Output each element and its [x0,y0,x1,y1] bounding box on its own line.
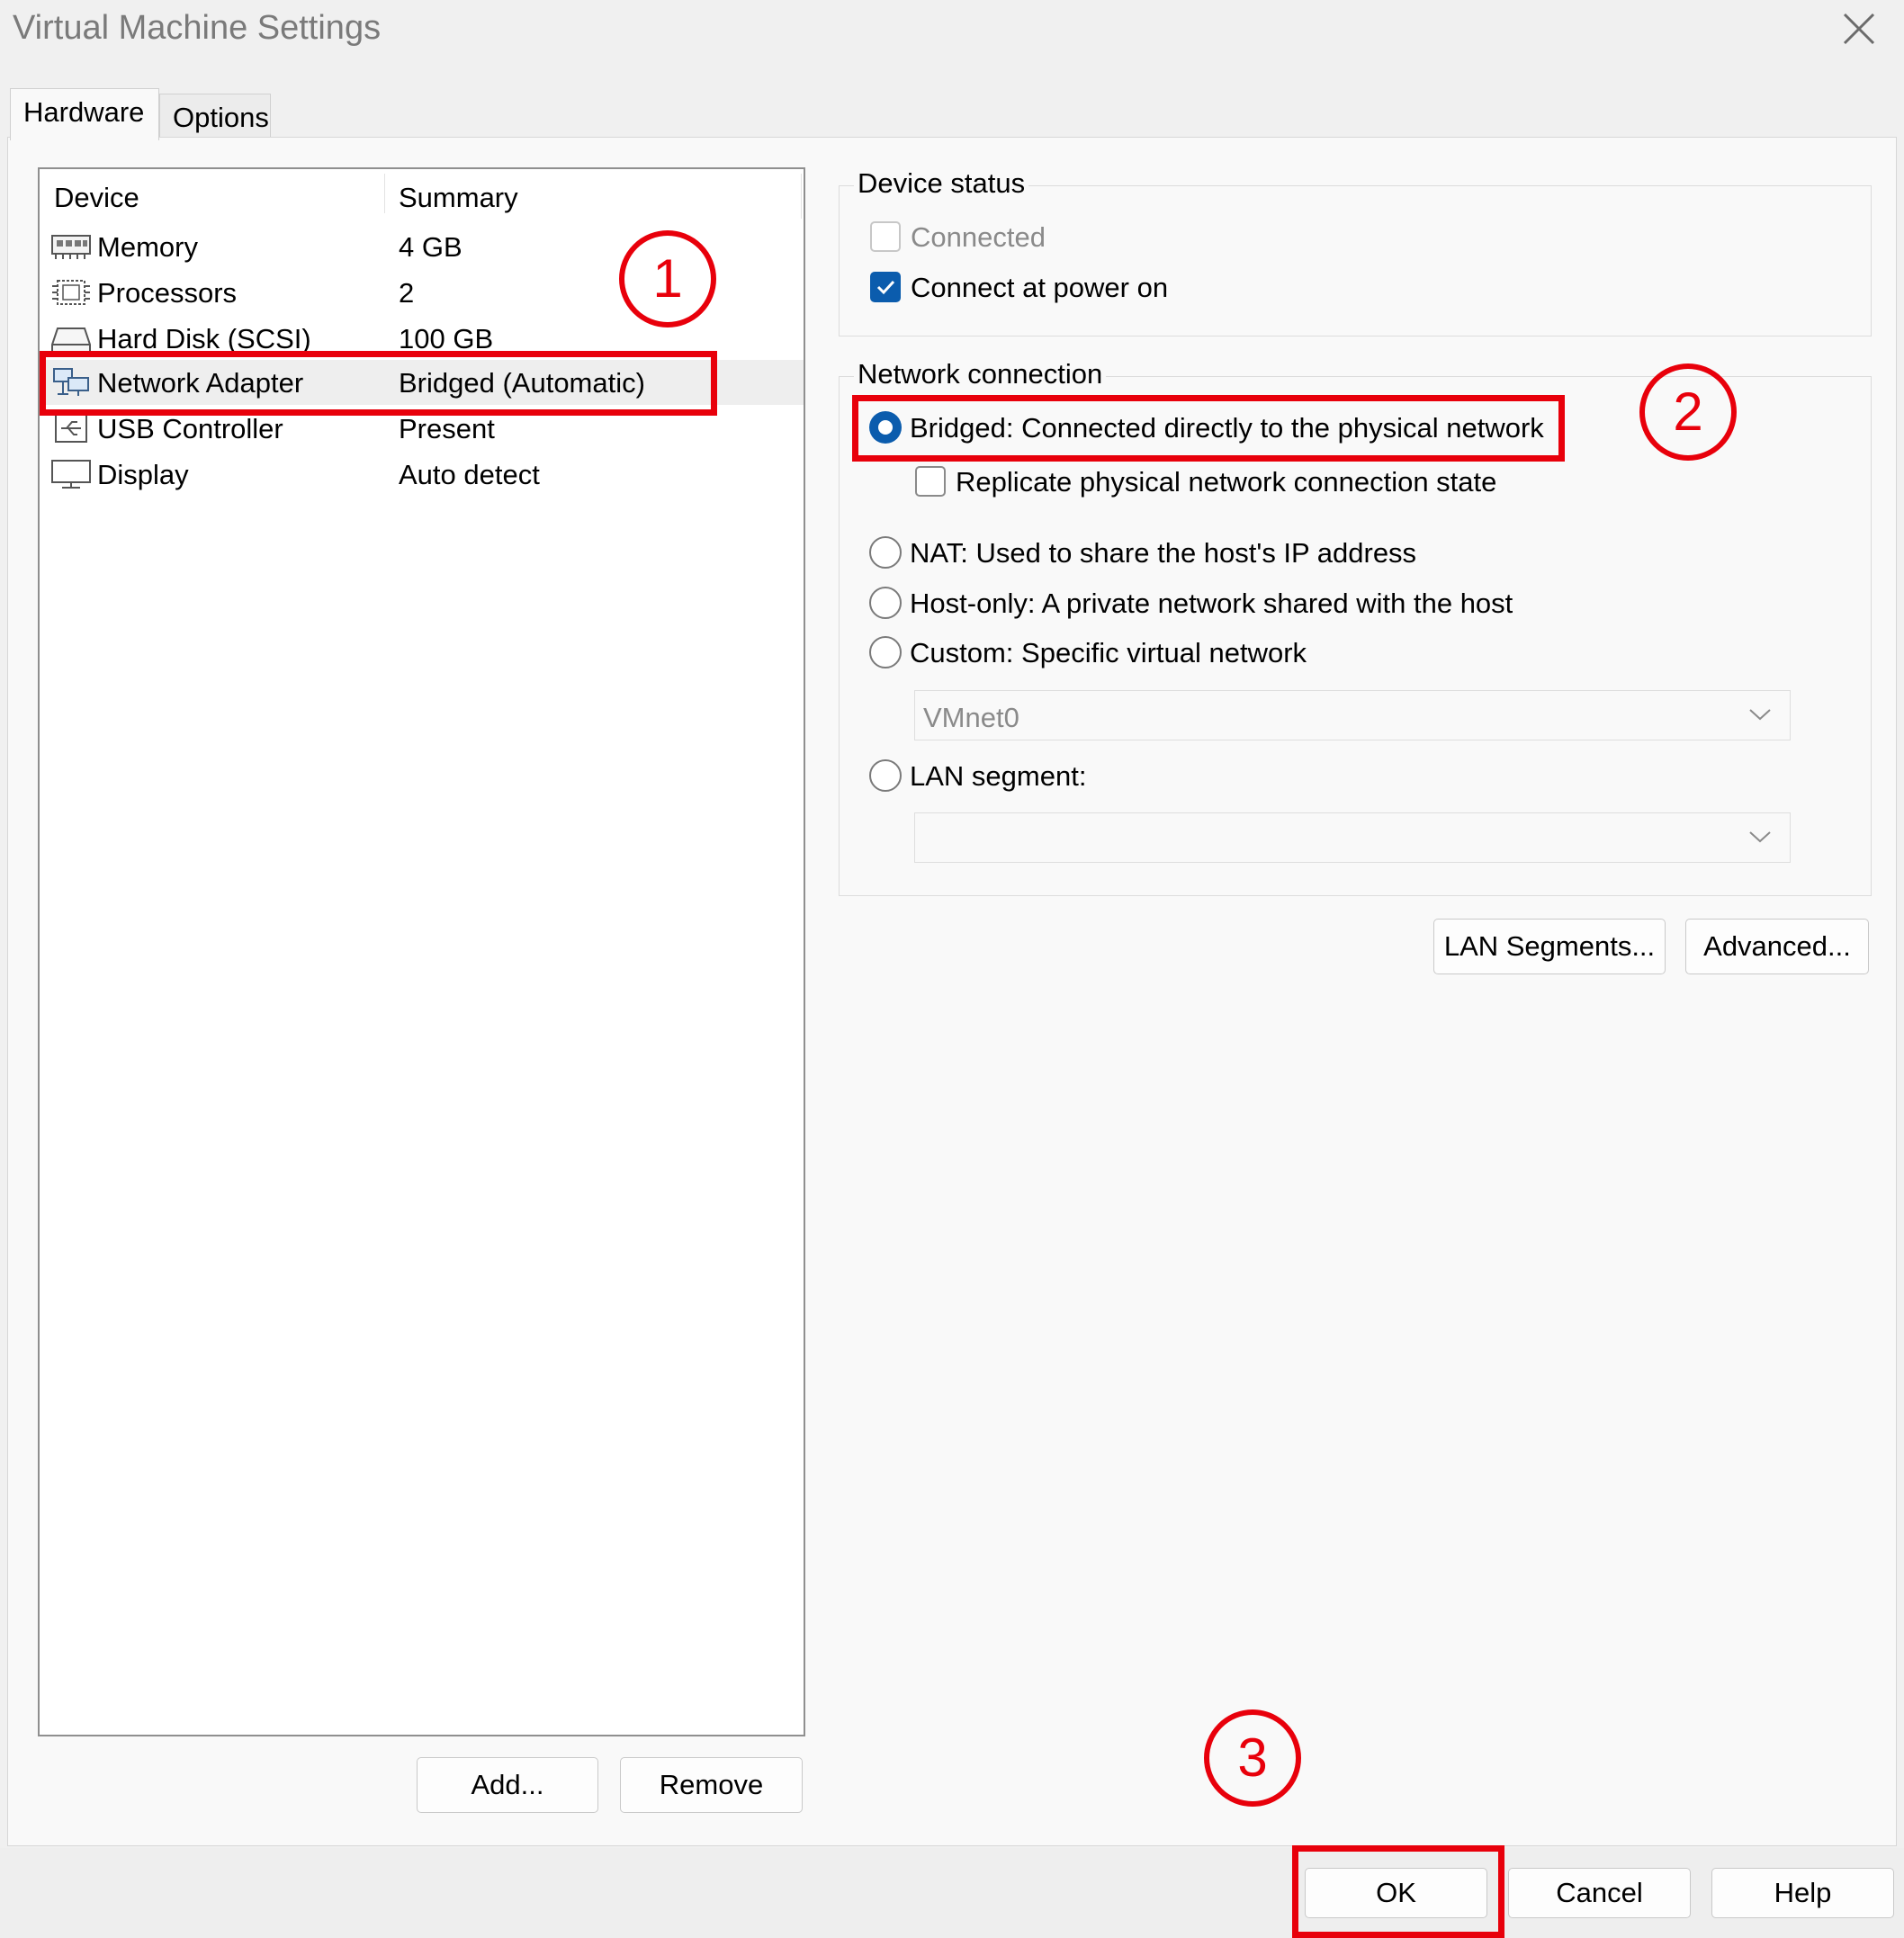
device-name: USB Controller [97,413,283,444]
column-header-summary[interactable]: Summary [399,182,518,214]
lan-segments-button[interactable]: LAN Segments... [1433,919,1666,974]
tab-hardware[interactable]: Hardware [10,88,159,140]
chevron-down-icon [1749,831,1771,843]
window-title: Virtual Machine Settings [13,9,382,47]
device-name: Hard Disk (SCSI) [97,323,311,354]
device-row-network-adapter[interactable]: Network Adapter Bridged (Automatic) [40,360,804,405]
device-summary: 2 [399,277,415,309]
device-status-group [839,185,1872,336]
device-name: Processors [97,277,238,309]
connect-at-power-on-label: Connect at power on [911,272,1169,303]
nat-radio[interactable] [869,536,902,569]
step-marker-1: 1 [619,230,716,327]
chevron-down-icon [1749,709,1771,721]
column-header-device[interactable]: Device [54,182,139,214]
replicate-state-label: Replicate physical network connection st… [956,466,1497,498]
connect-at-power-on-checkbox[interactable] [870,272,901,302]
host-only-radio[interactable] [869,587,902,619]
lan-segment-radio[interactable] [869,759,902,792]
usb-icon [55,414,87,443]
device-summary: Present [399,413,495,444]
network-connection-legend: Network connection [854,358,1107,390]
device-status-legend: Device status [854,167,1029,200]
step-marker-1-number: 1 [652,248,682,309]
checkmark-icon [876,280,895,295]
connected-label: Connected [911,221,1046,253]
device-summary: 4 GB [399,231,463,263]
step-marker-2: 2 [1639,363,1737,461]
lan-segment-select[interactable] [914,812,1791,863]
column-separator [801,174,802,219]
lan-segment-label: LAN segment: [910,760,1087,792]
device-row-display[interactable]: Display Auto detect [40,452,804,497]
bridged-radio[interactable] [869,411,902,444]
column-separator[interactable] [384,174,385,213]
bridged-label: Bridged: Connected directly to the physi… [910,412,1544,444]
hard-disk-icon [51,327,91,353]
device-row-usb-controller[interactable]: USB Controller Present [40,406,804,451]
cancel-button[interactable]: Cancel [1508,1868,1691,1918]
step-marker-3: 3 [1204,1709,1301,1807]
memory-icon [51,235,91,259]
custom-network-value: VMnet0 [923,702,1019,733]
replicate-state-checkbox[interactable] [915,466,946,497]
device-name: Display [97,459,189,490]
custom-label: Custom: Specific virtual network [910,637,1307,668]
device-summary: 100 GB [399,323,494,354]
host-only-label: Host-only: A private network shared with… [910,588,1513,619]
remove-device-button[interactable]: Remove [620,1757,803,1813]
connected-checkbox[interactable] [870,221,901,252]
device-name: Network Adapter [97,367,304,399]
help-button[interactable]: Help [1711,1868,1894,1918]
device-summary: Auto detect [399,459,540,490]
custom-network-select[interactable]: VMnet0 [914,690,1791,740]
custom-radio[interactable] [869,636,902,668]
tab-options[interactable]: Options [159,94,271,139]
nat-label: NAT: Used to share the host's IP address [910,537,1417,569]
device-summary: Bridged (Automatic) [399,367,645,399]
processor-icon [52,280,90,305]
step-marker-3-number: 3 [1237,1727,1267,1788]
display-icon [51,460,91,489]
network-adapter-icon [53,368,89,396]
advanced-button[interactable]: Advanced... [1685,919,1869,974]
add-device-button[interactable]: Add... [417,1757,598,1813]
ok-button[interactable]: OK [1305,1868,1487,1918]
device-name: Memory [97,231,198,263]
close-icon[interactable] [1836,5,1882,52]
step-marker-2-number: 2 [1673,381,1702,442]
